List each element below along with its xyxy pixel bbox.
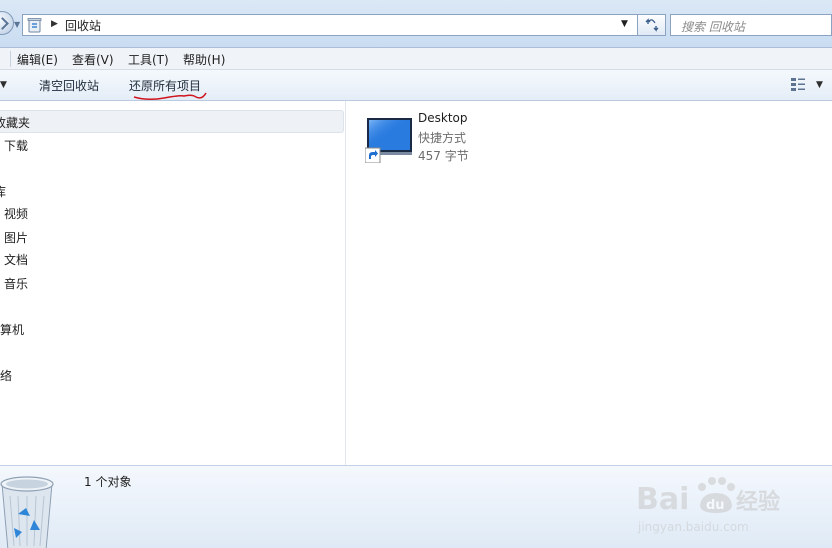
baidu-jingyan-watermark: Bai du 经验 jingyan.baidu.com	[636, 477, 780, 534]
menu-tools[interactable]: 工具(T)	[128, 51, 169, 68]
nav-selection-highlight	[0, 110, 344, 133]
menu-edit[interactable]: 编辑(E)	[17, 51, 58, 68]
file-list: Desktop 快捷方式 457 字节	[347, 101, 832, 465]
forward-button[interactable]	[0, 11, 14, 35]
file-type: 快捷方式	[418, 131, 467, 145]
empty-recycle-bin-button[interactable]: 清空回收站	[39, 77, 99, 94]
refresh-button[interactable]	[638, 14, 666, 36]
svg-text:经验: 经验	[736, 489, 780, 515]
navigation-pane: 收藏夹 下载 库 视频 图片 文档 音乐 计算机 网络	[0, 101, 346, 465]
item-count: 1 个对象	[84, 475, 132, 489]
recycle-bin-small-icon	[27, 18, 42, 33]
svg-text:Bai: Bai	[636, 482, 689, 517]
menu-help[interactable]: 帮助(H)	[183, 51, 225, 68]
organize-dropdown-icon[interactable]: ▼	[0, 80, 7, 90]
details-pane: 1 个对象 Bai du 经验 jingyan.baidu.com	[0, 465, 832, 548]
desktop-shortcut-icon	[365, 118, 412, 163]
recycle-bin-large-icon	[0, 476, 54, 548]
menu-divider	[10, 51, 11, 67]
view-options-dropdown-icon[interactable]: ▼	[816, 80, 823, 90]
menu-view[interactable]: 查看(V)	[72, 51, 114, 68]
file-name: Desktop	[418, 111, 468, 125]
search-placeholder: 搜索 回收站	[681, 20, 745, 34]
svg-text:jingyan.baidu.com: jingyan.baidu.com	[637, 520, 749, 534]
command-bar: ▼ 清空回收站 还原所有项目 ▼	[0, 70, 832, 101]
svg-text:du: du	[706, 498, 725, 513]
address-box[interactable]: ▶ 回收站 ▼	[22, 14, 638, 36]
nav-item-computer[interactable]: 计算机	[0, 321, 24, 338]
refresh-icon	[645, 18, 658, 32]
search-input[interactable]: 搜索 回收站	[670, 14, 832, 36]
address-toolbar: ▼ ▶ 回收站 ▼ 搜索 回收站	[0, 0, 832, 48]
nav-item-videos[interactable]: 视频	[4, 205, 28, 222]
breadcrumb-recycle-bin[interactable]: 回收站	[65, 17, 101, 34]
nav-item-libraries[interactable]: 库	[0, 183, 6, 200]
menu-bar: 编辑(E) 查看(V) 工具(T) 帮助(H)	[0, 48, 832, 70]
change-view-icon[interactable]	[790, 77, 806, 92]
nav-item-downloads[interactable]: 下载	[4, 137, 28, 154]
breadcrumb-chevron-icon[interactable]: ▶	[51, 19, 58, 29]
address-history-dropdown-icon[interactable]: ▼	[621, 19, 628, 29]
nav-item-network[interactable]: 网络	[0, 367, 12, 384]
nav-item-music[interactable]: 音乐	[4, 275, 28, 292]
file-size: 457 字节	[418, 149, 469, 163]
recent-pages-dropdown-icon[interactable]: ▼	[14, 20, 20, 29]
nav-item-favorites[interactable]: 收藏夹	[0, 114, 30, 131]
nav-item-pictures[interactable]: 图片	[4, 229, 28, 246]
nav-item-documents[interactable]: 文档	[4, 251, 28, 268]
